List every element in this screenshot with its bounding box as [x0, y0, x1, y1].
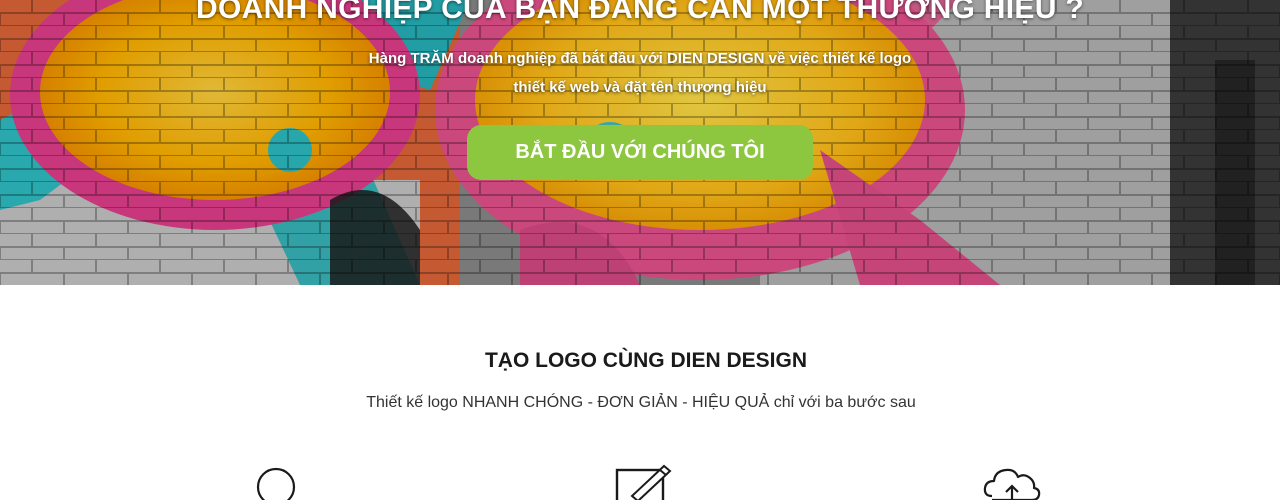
section-subtitle: Thiết kế logo NHANH CHÓNG - ĐƠN GIẢN - H… — [366, 394, 916, 411]
cloud-upload-icon — [980, 462, 1044, 500]
section-title: TẠO LOGO CÙNG DIEN DESIGN — [484, 349, 807, 372]
edit-icon — [610, 462, 674, 500]
hero-title: DOANH NGHIỆP CỦA BẠN ĐANG CẦN MỘT THƯƠNG… — [196, 0, 1084, 25]
search-icon — [244, 462, 308, 500]
start-with-us-button[interactable]: BẮT ĐẦU VỚI CHÚNG TÔI — [467, 125, 813, 180]
hero-subtitle-line1: Hàng TRĂM doanh nghiệp đã bắt đầu với DI… — [368, 50, 912, 67]
hero-subtitle-line2: thiết kế web và đặt tên thương hiệu — [513, 79, 767, 96]
hero-banner: DOANH NGHIỆP CỦA BẠN ĐANG CẦN MỘT THƯƠNG… — [0, 0, 1280, 285]
